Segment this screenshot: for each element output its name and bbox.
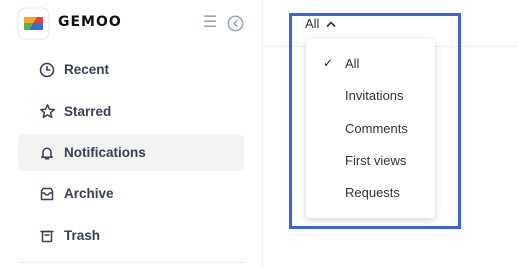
- sidebar-item-starred[interactable]: Starred: [18, 93, 244, 130]
- sidebar-divider: [18, 262, 244, 263]
- main-content: All ✓ All Invitations Comments First vie…: [264, 0, 517, 267]
- sidebar-item-label: Archive: [64, 186, 114, 201]
- archive-icon: [38, 185, 56, 203]
- chevron-up-icon: [327, 21, 336, 27]
- sidebar-item-label: Trash: [64, 228, 101, 243]
- star-icon: [38, 103, 56, 121]
- filter-dropdown-menu: ✓ All Invitations Comments First views R…: [306, 39, 435, 218]
- collapse-sidebar-icon[interactable]: [227, 15, 244, 32]
- sidebar-item-label: Starred: [64, 104, 112, 119]
- checkmark-icon: ✓: [323, 56, 334, 70]
- app-window: GEMOO ☰ Recent Starred Notifications Arc…: [0, 0, 517, 267]
- notification-filter-dropdown[interactable]: All: [305, 16, 337, 31]
- sidebar-item-trash[interactable]: Trash: [18, 217, 244, 254]
- filter-option-label: First views: [345, 152, 407, 168]
- sidebar-item-label: Recent: [64, 62, 110, 77]
- filter-option-label: All: [345, 55, 360, 71]
- sidebar-item-label: Notifications: [64, 145, 146, 160]
- gemoo-logo-icon[interactable]: [17, 7, 50, 40]
- filter-option-label: Comments: [345, 120, 408, 136]
- sidebar: GEMOO ☰ Recent Starred Notifications Arc…: [0, 0, 263, 267]
- filter-option-invitations[interactable]: Invitations: [306, 80, 435, 110]
- trash-icon: [38, 227, 56, 245]
- brand-name: GEMOO: [58, 14, 122, 30]
- sidebar-item-archive[interactable]: Archive: [18, 175, 244, 212]
- filter-option-label: Requests: [345, 184, 400, 200]
- filter-option-all[interactable]: ✓ All: [306, 48, 435, 78]
- filter-selected-value: All: [305, 16, 320, 31]
- menu-icon[interactable]: ☰: [202, 15, 218, 31]
- filter-option-first-views[interactable]: First views: [306, 145, 435, 175]
- filter-option-requests[interactable]: Requests: [306, 177, 435, 207]
- filter-option-comments[interactable]: Comments: [306, 113, 435, 143]
- bell-icon: [38, 144, 56, 162]
- filter-option-label: Invitations: [345, 87, 404, 103]
- sidebar-item-recent[interactable]: Recent: [18, 51, 244, 88]
- clock-icon: [38, 61, 56, 79]
- sidebar-item-notifications[interactable]: Notifications: [18, 134, 244, 171]
